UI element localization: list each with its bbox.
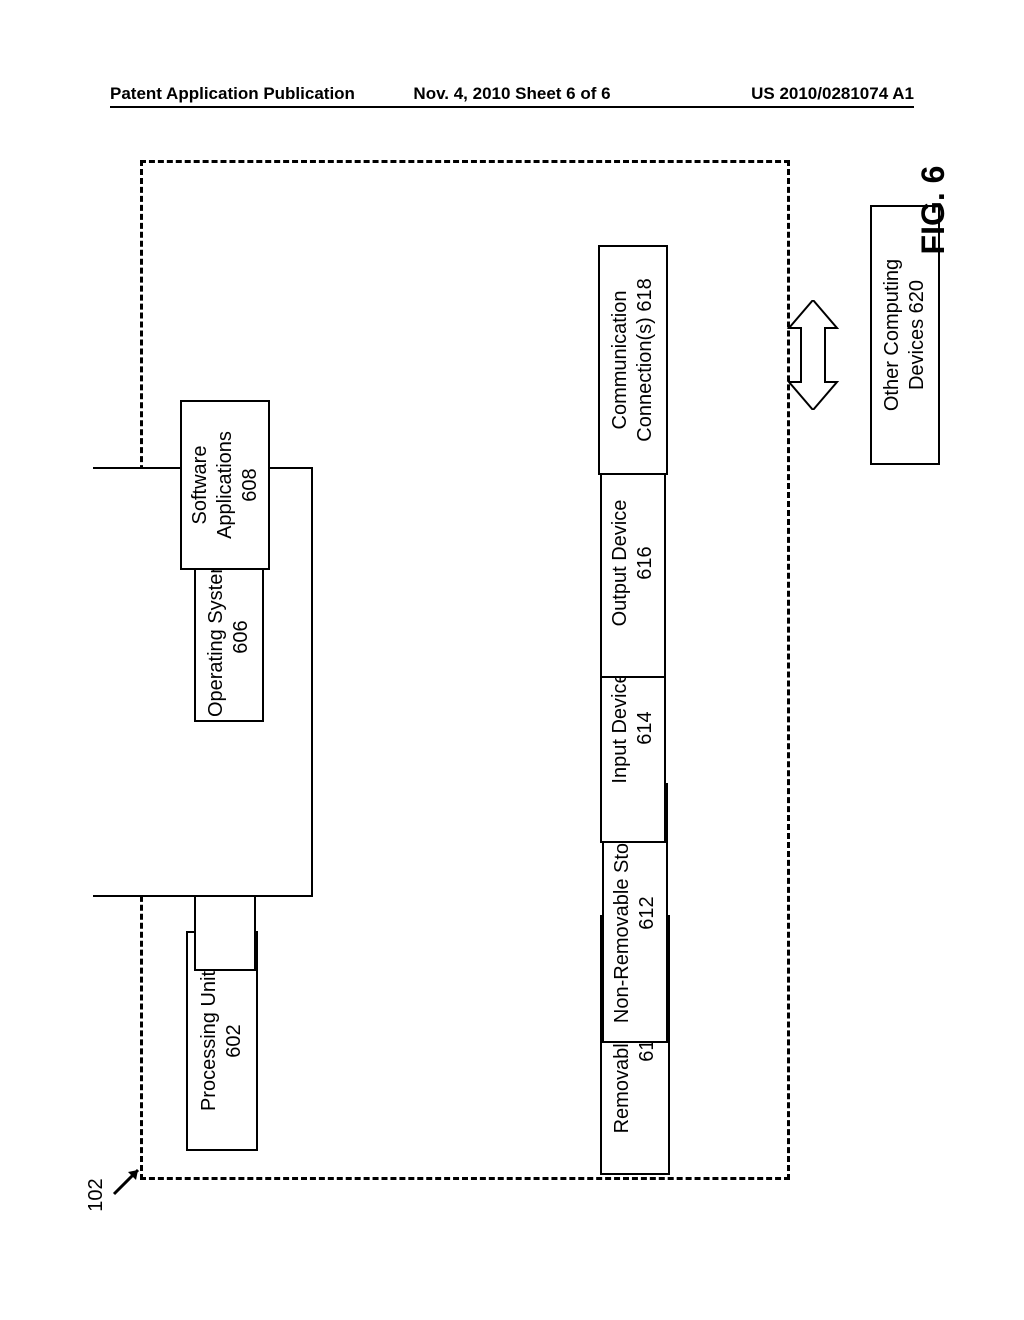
figure-6: 102 Processing Unit 602 System Memory RO… [80, 160, 940, 1260]
header-left: Patent Application Publication [110, 84, 355, 104]
header-right: US 2010/0281074 A1 [751, 84, 914, 104]
block-communication-connections: Communication Connection(s) 618 [598, 245, 668, 475]
block-output-title: Output Device [608, 500, 633, 627]
block-input-title: Input Device [608, 672, 633, 783]
block-processing-unit-num: 602 [222, 1024, 247, 1057]
block-os-title: Operating System [204, 557, 229, 717]
block-operating-system: Operating System 606 [194, 552, 264, 722]
figure-label-text: FIG. 6 [915, 166, 951, 255]
block-nonremovable-num: 612 [635, 896, 660, 929]
double-arrow-icon [783, 300, 843, 410]
block-other-title: Other Computing [880, 259, 905, 411]
block-software-applications: Software Applications 608 [180, 400, 270, 570]
block-apps-num: 608 [238, 468, 263, 501]
block-other-sub: Devices 620 [905, 280, 930, 390]
reference-102-text: 102 [85, 1178, 107, 1211]
block-comm-title: Communication [608, 291, 633, 430]
block-apps-title: Software [188, 446, 213, 525]
block-output-num: 616 [633, 546, 658, 579]
header-center: Nov. 4, 2010 Sheet 6 of 6 [413, 84, 610, 104]
page-header: Patent Application Publication Nov. 4, 2… [110, 84, 914, 108]
block-apps-sub: Applications [213, 431, 238, 539]
block-processing-unit-title: Processing Unit [197, 971, 222, 1111]
page: Patent Application Publication Nov. 4, 2… [0, 0, 1024, 1320]
block-comm-sub: Connection(s) 618 [633, 278, 658, 441]
block-input-num: 614 [633, 711, 658, 744]
figure-label: FIG. 6 [915, 130, 955, 290]
block-output-device: Output Device 616 [600, 448, 666, 678]
block-os-num: 606 [229, 620, 254, 653]
reference-arrow-icon [108, 1160, 148, 1200]
